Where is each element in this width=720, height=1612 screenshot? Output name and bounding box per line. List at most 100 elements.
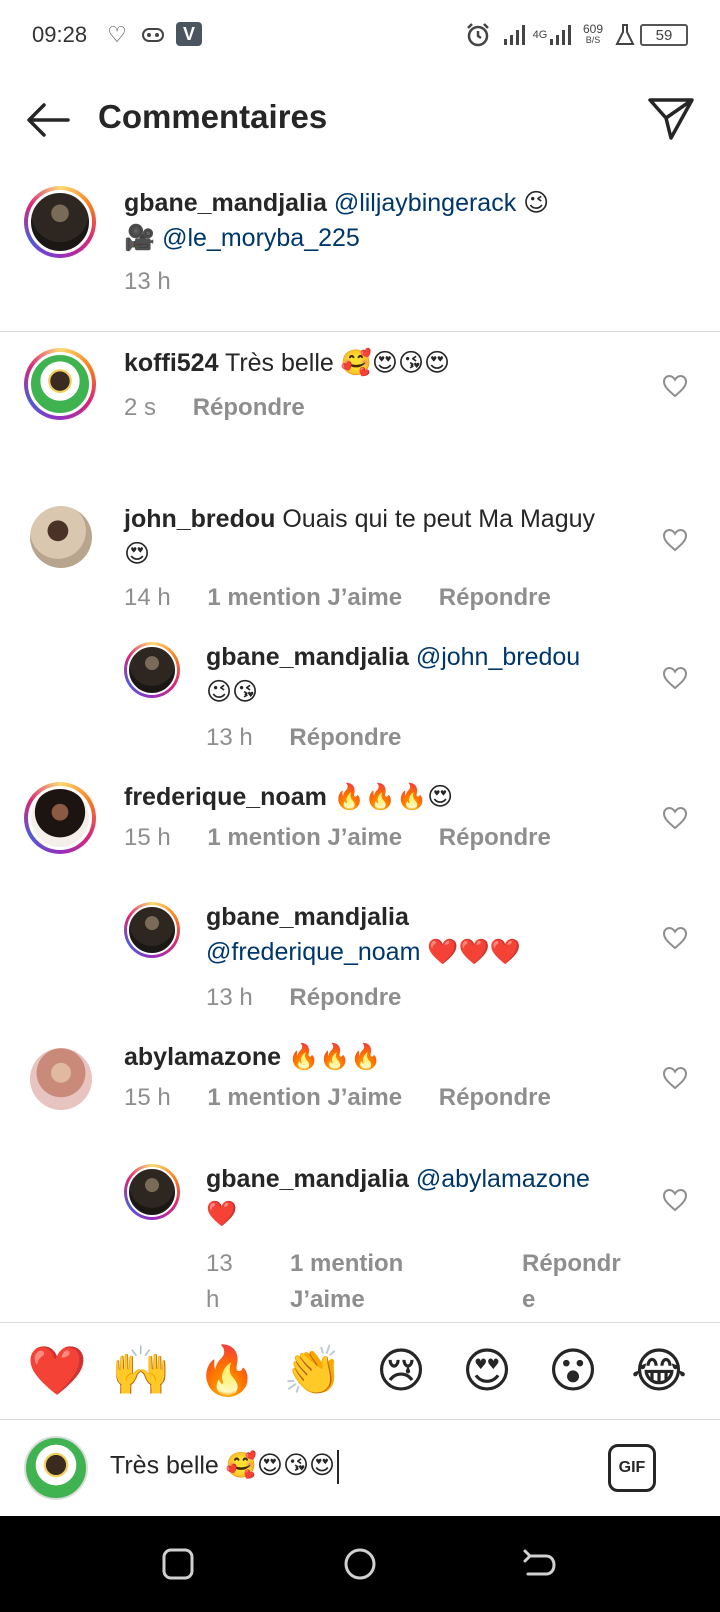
caption-username[interactable]: gbane_mandjalia [124, 189, 327, 217]
comment-time: 13 h [206, 724, 253, 751]
comment-username[interactable]: john_bredou [124, 505, 275, 533]
reply-button[interactable]: Répondre [439, 584, 551, 611]
heart-outline-icon[interactable] [662, 806, 690, 834]
avatar[interactable] [24, 782, 96, 854]
avatar[interactable] [30, 506, 92, 568]
likes-count[interactable]: 1 mention J’aime [207, 584, 402, 611]
emoji-quick-bar: ❤️ 🙌 🔥 👏 😢 😍 😮 😂 [0, 1322, 720, 1420]
avatar[interactable] [24, 348, 96, 420]
comment-body: 😉😘 [206, 678, 259, 706]
comment-body: 🔥🔥🔥😍 [333, 783, 454, 811]
comment-mention[interactable]: @abylamazone [416, 1165, 590, 1193]
reply-button[interactable]: Répondre [193, 394, 305, 421]
heart-outline-icon[interactable] [662, 1188, 690, 1216]
avatar[interactable] [124, 642, 180, 698]
network-4g-icon: 4G [530, 22, 574, 48]
reply-button[interactable]: e [522, 1282, 642, 1318]
text-caret [337, 1450, 340, 1484]
reply-button[interactable]: Répondre [289, 984, 401, 1011]
comment-username[interactable]: gbane_mandjalia [206, 643, 409, 671]
recent-apps-icon[interactable] [160, 1546, 196, 1582]
heart-outline-icon[interactable] [662, 926, 690, 954]
caption-mention[interactable]: @liljaybingerack [334, 189, 516, 217]
comment-body: Très belle 🥰😍😘😍 [224, 349, 451, 377]
comment-text: gbane_mandjalia @john_bredou 😉😘 [206, 640, 636, 710]
heart-outline-icon[interactable] [662, 1066, 690, 1094]
net-speed: 609 B/S [578, 22, 608, 48]
reply-button[interactable]: Répondre [439, 824, 551, 851]
comment-mention[interactable]: @frederique_noam [206, 938, 420, 966]
emoji-fire-button[interactable]: 🔥 [196, 1341, 258, 1403]
comment-item: john_bredou Ouais qui te peut Ma Maguy 😍… [0, 488, 720, 618]
comment-text: john_bredou Ouais qui te peut Ma Maguy 😍 [124, 502, 644, 572]
avatar[interactable] [24, 186, 96, 258]
comment-body-emoji: 😍 [124, 540, 151, 568]
navigation-bar [0, 1516, 720, 1612]
caption-time: 13 h [124, 268, 171, 295]
comment-time: h [206, 1286, 220, 1313]
signal-icon [502, 22, 526, 48]
reply-item: gbane_mandjalia @john_bredou 😉😘 13 h Rép… [0, 640, 720, 760]
emoji-clap-button[interactable]: 👏 [282, 1341, 344, 1403]
comment-time: 14 h [124, 584, 171, 611]
post-caption: gbane_mandjalia @liljaybingerack 😉 🎥 @le… [0, 176, 720, 332]
reply-item: gbane_mandjalia @abylamazone ❤️ 13 h 1 m… [0, 1162, 720, 1322]
caption-emoji: 😉 [523, 189, 550, 217]
send-icon[interactable] [646, 94, 696, 144]
gif-button[interactable]: GIF [608, 1444, 656, 1492]
avatar[interactable] [30, 1048, 92, 1110]
comment-time: 2 s [124, 394, 157, 421]
comment-input[interactable]: Très belle 🥰😍😘😍 [110, 1450, 340, 1484]
comment-username[interactable]: gbane_mandjalia [206, 1165, 409, 1193]
heart-outline-icon[interactable] [662, 666, 690, 694]
battery-level: 59 [655, 26, 673, 44]
emoji-heart-eyes-button[interactable]: 😍 [456, 1341, 518, 1403]
comment-time: 15 h [124, 824, 171, 851]
net-speed-unit: B/S [585, 35, 601, 45]
avatar [24, 1436, 88, 1500]
comment-mention[interactable]: @john_bredou [416, 643, 580, 671]
comment-username[interactable]: frederique_noam [124, 783, 327, 811]
avatar[interactable] [124, 902, 180, 958]
likes-count[interactable]: 1 mention [290, 1246, 490, 1282]
status-time: 09:28 [32, 22, 88, 47]
reply-button[interactable]: Répondr [522, 1246, 642, 1282]
comment-meta: 2 s Répondre [124, 394, 335, 422]
heart-outline-icon[interactable] [662, 374, 690, 402]
comment-input-bar: Très belle 🥰😍😘😍 GIF [0, 1420, 720, 1516]
comment-text: frederique_noam 🔥🔥🔥😍 [124, 780, 644, 815]
comment-item: abylamazone 🔥🔥🔥 15 h 1 mention J’aime Ré… [0, 1040, 720, 1130]
comment-text: gbane_mandjalia @frederique_noam ❤️❤️❤️ [206, 900, 636, 970]
emoji-heart-button[interactable]: ❤️ [26, 1341, 88, 1403]
comment-text: abylamazone 🔥🔥🔥 [124, 1040, 644, 1075]
comment-meta: 14 h 1 mention J’aime Répondre [124, 584, 581, 612]
comment-username[interactable]: gbane_mandjalia [206, 903, 409, 931]
back-arrow-icon[interactable] [24, 98, 72, 142]
reply-button[interactable]: Répondre [289, 724, 401, 751]
home-icon[interactable] [342, 1546, 378, 1582]
header: Commentaires [0, 80, 720, 160]
comment-username[interactable]: koffi524 [124, 349, 218, 377]
emoji-raised-hands-button[interactable]: 🙌 [110, 1341, 172, 1403]
likes-count[interactable]: 1 mention J’aime [207, 824, 402, 851]
reply-button[interactable]: Répondre [439, 1084, 551, 1111]
heart-status-icon: ♡ [107, 22, 127, 47]
heart-outline-icon[interactable] [662, 528, 690, 556]
comment-username[interactable]: abylamazone [124, 1043, 281, 1071]
back-nav-icon[interactable] [522, 1546, 558, 1582]
caption-mention[interactable]: @le_moryba_225 [162, 224, 360, 252]
emoji-surprised-button[interactable]: 😮 [542, 1341, 604, 1403]
comment-meta: 13 h Répondre [206, 984, 431, 1012]
likes-count[interactable]: J’aime [290, 1282, 490, 1318]
caption-meta: 13 h [124, 268, 201, 296]
reply-item: gbane_mandjalia @frederique_noam ❤️❤️❤️ … [0, 900, 720, 1020]
vpn-icon: V [176, 22, 202, 46]
caption-text: gbane_mandjalia @liljaybingerack 😉 🎥 @le… [124, 186, 684, 256]
likes-count[interactable]: 1 mention J’aime [207, 1084, 402, 1111]
gamepad-icon [140, 22, 166, 48]
emoji-crying-button[interactable]: 😢 [370, 1341, 432, 1403]
comment-item: frederique_noam 🔥🔥🔥😍 15 h 1 mention J’ai… [0, 780, 720, 870]
emoji-laughing-button[interactable]: 😂 [628, 1341, 690, 1403]
avatar[interactable] [124, 1164, 180, 1220]
comment-meta: 15 h 1 mention J’aime Répondre [124, 1084, 581, 1112]
